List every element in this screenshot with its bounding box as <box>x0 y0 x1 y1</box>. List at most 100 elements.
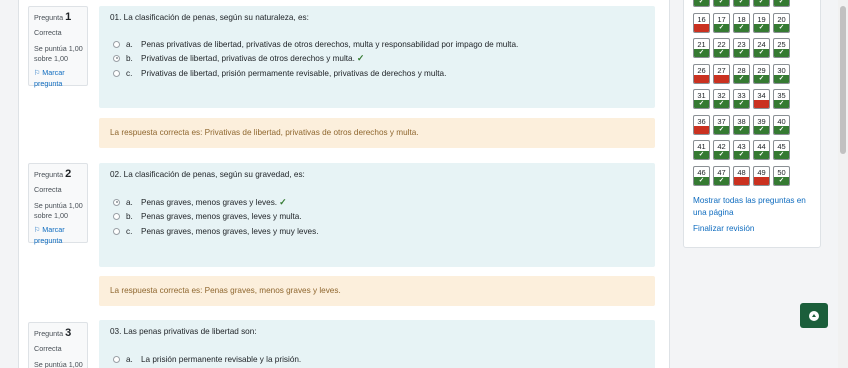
question-content-2: 02. La clasificación de penas, según su … <box>99 163 655 267</box>
question-nav-button-11[interactable]: 11✓ <box>693 0 710 7</box>
radio-button[interactable] <box>113 54 120 62</box>
answer-option-c[interactable]: c. Penas graves, menos graves, leves y m… <box>113 225 318 237</box>
radio-button[interactable] <box>113 198 120 206</box>
question-info-3: Pregunta 3 Correcta Se puntúa 1,00 sobre… <box>28 322 88 368</box>
check-icon: ✓ <box>754 74 769 83</box>
question-nav-button-45[interactable]: 45 ✓ <box>773 140 790 160</box>
scrollbar-thumb[interactable] <box>840 6 846 154</box>
answer-option-a[interactable]: a. Penas privativas de libertad, privati… <box>113 38 518 50</box>
question-nav-button-43[interactable]: 43 ✓ <box>733 140 750 160</box>
show-all-questions-link[interactable]: Mostrar todas las preguntas en una págin… <box>693 195 813 219</box>
question-nav-button-25[interactable]: 25 ✓ <box>773 38 790 58</box>
check-icon: ✓ <box>356 52 365 63</box>
question-state: Correcta <box>34 344 62 353</box>
check-icon: ✓ <box>774 100 789 108</box>
back-to-top-button[interactable] <box>800 303 828 328</box>
question-nav-button-26[interactable]: 26 <box>693 63 710 84</box>
check-icon: ✓ <box>714 49 729 57</box>
check-icon: ✓ <box>754 23 769 32</box>
flag-question-link[interactable]: ⚐ Marcar pregunta <box>34 68 83 89</box>
radio-button[interactable] <box>113 227 120 235</box>
radio-button[interactable] <box>113 40 120 48</box>
check-icon: ✓ <box>694 151 709 159</box>
check-icon: ✓ <box>734 74 749 83</box>
question-nav-button-17[interactable]: 17 ✓ <box>713 12 730 33</box>
question-nav-button-44[interactable]: 44 ✓ <box>753 140 770 160</box>
check-icon: ✓ <box>714 100 729 108</box>
answer-option-a[interactable]: a. Penas graves, menos graves y leves. ✓ <box>113 196 287 208</box>
question-nav-button-24[interactable]: 24 ✓ <box>753 38 770 58</box>
flag-question-link[interactable]: ⚐ Marcar pregunta <box>34 225 83 246</box>
check-icon: ✓ <box>694 176 709 185</box>
question-nav-button-36[interactable]: 36 <box>693 114 710 135</box>
question-nav-button-16[interactable]: 16 <box>693 12 710 33</box>
question-nav-button-41[interactable]: 41 ✓ <box>693 140 710 160</box>
check-icon: ✓ <box>714 0 729 6</box>
answer-option-c[interactable]: c. Privativas de libertad, prisión perma… <box>113 67 446 79</box>
question-nav-button-40[interactable]: 40 ✓ <box>773 114 790 135</box>
question-nav-button-13[interactable]: 13✓ <box>733 0 750 7</box>
question-text: 03. Las penas privativas de libertad son… <box>110 327 257 336</box>
check-icon: ✓ <box>734 0 749 6</box>
question-nav-button-31[interactable]: 31 ✓ <box>693 89 710 109</box>
incorrect-status <box>734 176 749 185</box>
question-nav-button-29[interactable]: 29 ✓ <box>753 63 770 84</box>
question-info-1: Pregunta 1 Correcta Se puntúa 1,00 sobre… <box>28 6 88 89</box>
check-icon: ✓ <box>754 125 769 134</box>
question-nav-button-21[interactable]: 21 ✓ <box>693 38 710 58</box>
flag-icon: ⚐ <box>34 227 41 234</box>
question-nav-button-42[interactable]: 42 ✓ <box>713 140 730 160</box>
question-nav-button-32[interactable]: 32 ✓ <box>713 89 730 109</box>
incorrect-status <box>694 23 709 32</box>
check-icon: ✓ <box>694 0 709 6</box>
question-nav-button-38[interactable]: 38 ✓ <box>733 114 750 135</box>
question-nav-button-23[interactable]: 23 ✓ <box>733 38 750 58</box>
radio-button[interactable] <box>113 212 120 220</box>
question-nav-button-14[interactable]: 14✓ <box>753 0 770 7</box>
question-nav-button-37[interactable]: 37 ✓ <box>713 114 730 135</box>
question-nav-button-34[interactable]: 34 <box>753 89 770 109</box>
correct-answer-feedback: La respuesta correcta es: Privativas de … <box>99 118 655 148</box>
question-nav-button-33[interactable]: 33 ✓ <box>733 89 750 109</box>
question-nav-button-49[interactable]: 49 <box>753 165 770 186</box>
question-info-2: Pregunta 2 Correcta Se puntúa 1,00 sobre… <box>28 163 88 246</box>
question-nav-button-15[interactable]: 15✓ <box>773 0 790 7</box>
check-icon: ✓ <box>714 176 729 185</box>
question-nav-button-30[interactable]: 30 ✓ <box>773 63 790 84</box>
question-nav-button-20[interactable]: 20 ✓ <box>773 12 790 33</box>
check-icon: ✓ <box>279 196 287 207</box>
question-nav-button-18[interactable]: 18 ✓ <box>733 12 750 33</box>
question-nav-button-39[interactable]: 39 ✓ <box>753 114 770 135</box>
answer-option-b[interactable]: b. Privativas de libertad, privativas de… <box>113 52 364 64</box>
check-icon: ✓ <box>734 100 749 108</box>
question-nav-button-50[interactable]: 50 ✓ <box>773 165 790 186</box>
question-nav-button-27[interactable]: 27 <box>713 63 730 84</box>
question-nav-button-47[interactable]: 47 ✓ <box>713 165 730 186</box>
answer-option-a[interactable]: a. La prisión permanente revisable y la … <box>113 353 301 365</box>
finish-review-link[interactable]: Finalizar revisión <box>693 223 813 235</box>
incorrect-status <box>714 74 729 83</box>
question-nav-button-35[interactable]: 35 ✓ <box>773 89 790 109</box>
question-nav-button-46[interactable]: 46 ✓ <box>693 165 710 186</box>
question-state: Correcta <box>34 28 62 37</box>
question-state: Correcta <box>34 185 62 194</box>
answer-option-b[interactable]: b. Penas graves, menos graves, leves y m… <box>113 210 302 222</box>
question-nav-button-12[interactable]: 12✓ <box>713 0 730 7</box>
question-grade: Se puntúa 1,00 sobre 1,00 <box>34 360 83 368</box>
check-icon: ✓ <box>754 0 769 6</box>
question-nav-button-19[interactable]: 19 ✓ <box>753 12 770 33</box>
radio-button[interactable] <box>113 355 120 363</box>
page-scrollbar[interactable] <box>838 0 848 368</box>
question-nav-button-48[interactable]: 48 <box>733 165 750 186</box>
question-number: Pregunta 2 <box>34 168 72 180</box>
question-number: Pregunta 1 <box>34 11 72 23</box>
question-grade: Se puntúa 1,00 sobre 1,00 <box>34 201 83 220</box>
correct-answer-feedback: La respuesta correcta es: Penas graves, … <box>99 276 655 306</box>
question-nav-button-22[interactable]: 22 ✓ <box>713 38 730 58</box>
check-icon: ✓ <box>734 125 749 134</box>
question-nav-button-28[interactable]: 28 ✓ <box>733 63 750 84</box>
arrow-up-circle-icon <box>809 310 819 321</box>
check-icon: ✓ <box>754 151 769 159</box>
radio-button[interactable] <box>113 69 120 77</box>
check-icon: ✓ <box>694 100 709 108</box>
